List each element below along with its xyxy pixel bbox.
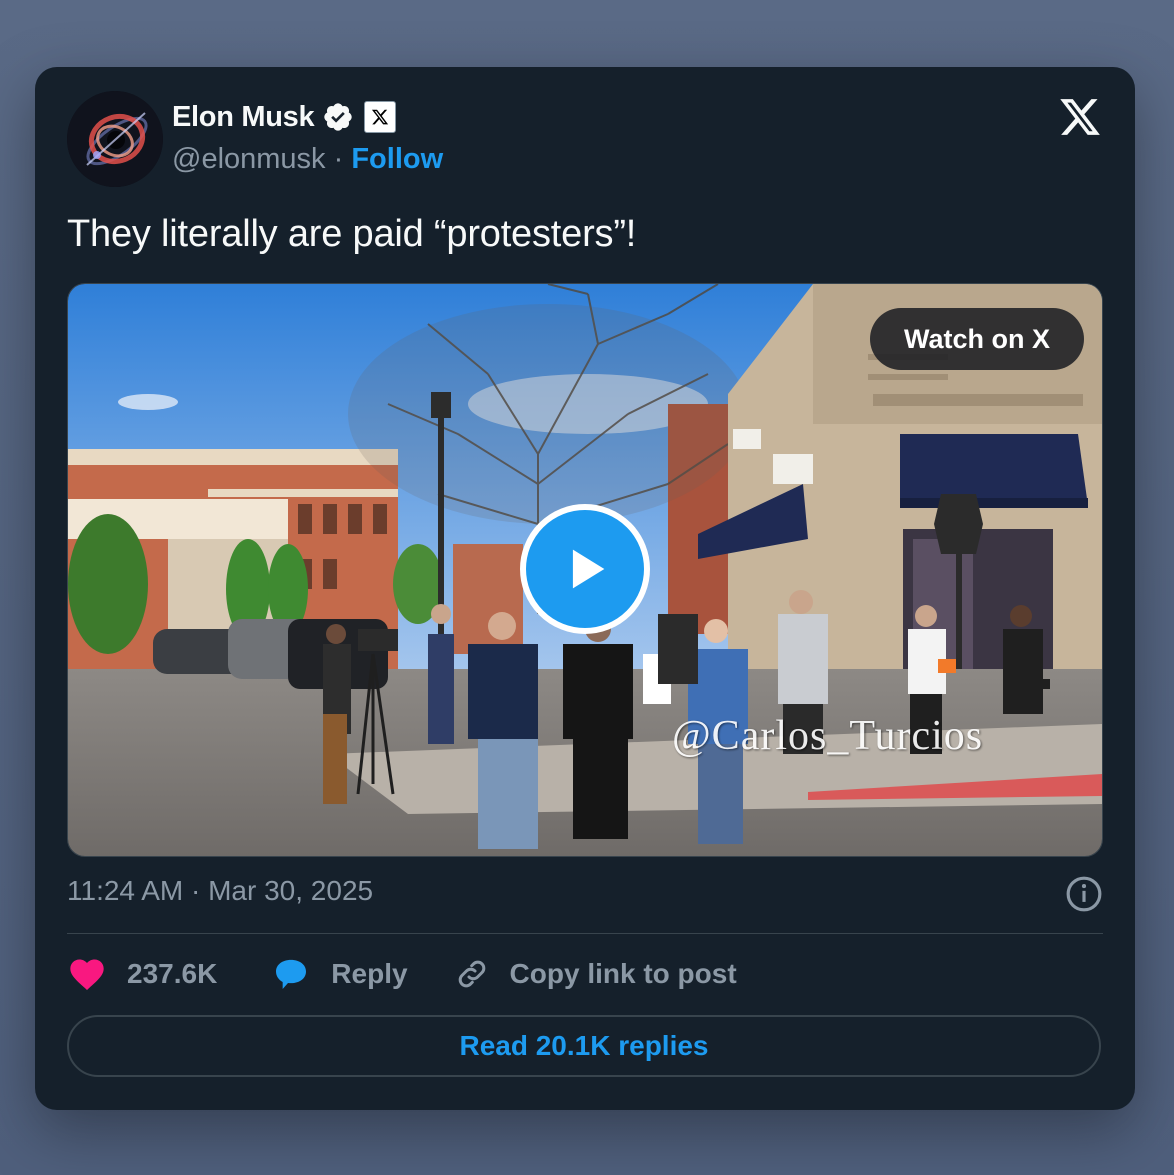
copy-link-label: Copy link to post bbox=[509, 958, 737, 989]
play-button[interactable] bbox=[520, 504, 650, 634]
reply-label: Reply bbox=[331, 958, 408, 989]
read-replies-button[interactable]: Read 20.1K replies bbox=[67, 1015, 1101, 1077]
black-hole-avatar-image bbox=[67, 91, 163, 187]
like-button[interactable]: 237.6K bbox=[67, 954, 217, 994]
separator-dot: · bbox=[333, 143, 352, 175]
verified-badge-icon bbox=[322, 101, 354, 133]
copy-link-button[interactable]: Copy link to post bbox=[454, 956, 737, 992]
author-name-row: Elon Musk bbox=[172, 97, 397, 137]
follow-button[interactable]: Follow bbox=[351, 143, 443, 175]
author-handle[interactable]: @elonmusk bbox=[172, 143, 326, 175]
video-watermark: @Carlos_Turcios bbox=[672, 713, 984, 759]
like-count: 237.6K bbox=[127, 958, 218, 989]
x-logo-icon[interactable] bbox=[1057, 95, 1103, 139]
info-icon[interactable] bbox=[1065, 875, 1103, 913]
author-name[interactable]: Elon Musk bbox=[172, 101, 315, 134]
post-actions: 237.6K Reply Copy link to post bbox=[67, 951, 737, 997]
play-icon bbox=[572, 549, 605, 589]
heart-icon bbox=[70, 959, 104, 990]
reply-bubble-icon bbox=[276, 959, 307, 989]
x-affiliate-badge-icon bbox=[364, 101, 397, 133]
author-avatar[interactable] bbox=[67, 91, 163, 187]
embedded-post-card: Elon Musk @elonmusk · Follow They litera… bbox=[35, 67, 1135, 1110]
post-text: They literally are paid “protesters”! bbox=[67, 213, 637, 255]
author-handle-row: @elonmusk · Follow bbox=[172, 143, 443, 176]
video-media[interactable]: @Carlos_Turcios Watch on X bbox=[67, 283, 1103, 857]
divider bbox=[67, 933, 1103, 934]
watch-on-x-button[interactable]: Watch on X bbox=[870, 308, 1084, 370]
reply-button[interactable]: Reply bbox=[271, 954, 408, 994]
link-icon bbox=[458, 960, 485, 988]
post-timestamp[interactable]: 11:24 AM · Mar 30, 2025 bbox=[67, 875, 373, 907]
